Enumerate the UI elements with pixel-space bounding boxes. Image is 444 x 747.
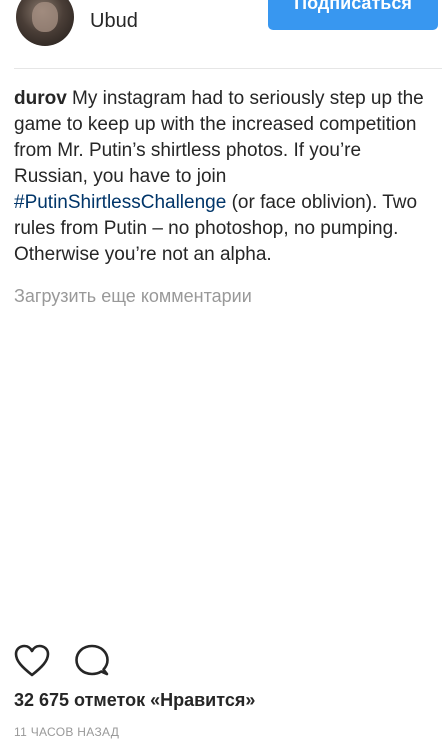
caption-text: My instagram had to seriously step up th… [14,88,424,187]
post-header: Ubud Подписаться [0,0,444,66]
caption-hashtag[interactable]: #PutinShirtlessChallenge [14,192,226,213]
post-timestamp[interactable]: 11 ЧАСОВ НАЗАД [14,724,119,740]
post-actions [14,644,134,678]
load-more-comments-link[interactable]: Загрузить еще комментарии [14,284,252,308]
header-divider [14,68,442,69]
avatar-face [32,2,58,32]
post-location[interactable]: Ubud [90,8,138,34]
follow-button-label: Подписаться [294,0,412,13]
follow-button[interactable]: Подписаться [268,0,438,30]
likes-count[interactable]: 32 675 отметок «Нравится» [14,689,255,711]
post-caption: durov My instagram had to seriously step… [14,86,432,268]
speech-bubble-icon[interactable] [74,644,110,678]
caption-username[interactable]: durov [14,88,67,109]
heart-outline-icon[interactable] [14,644,50,678]
avatar[interactable] [16,0,74,46]
